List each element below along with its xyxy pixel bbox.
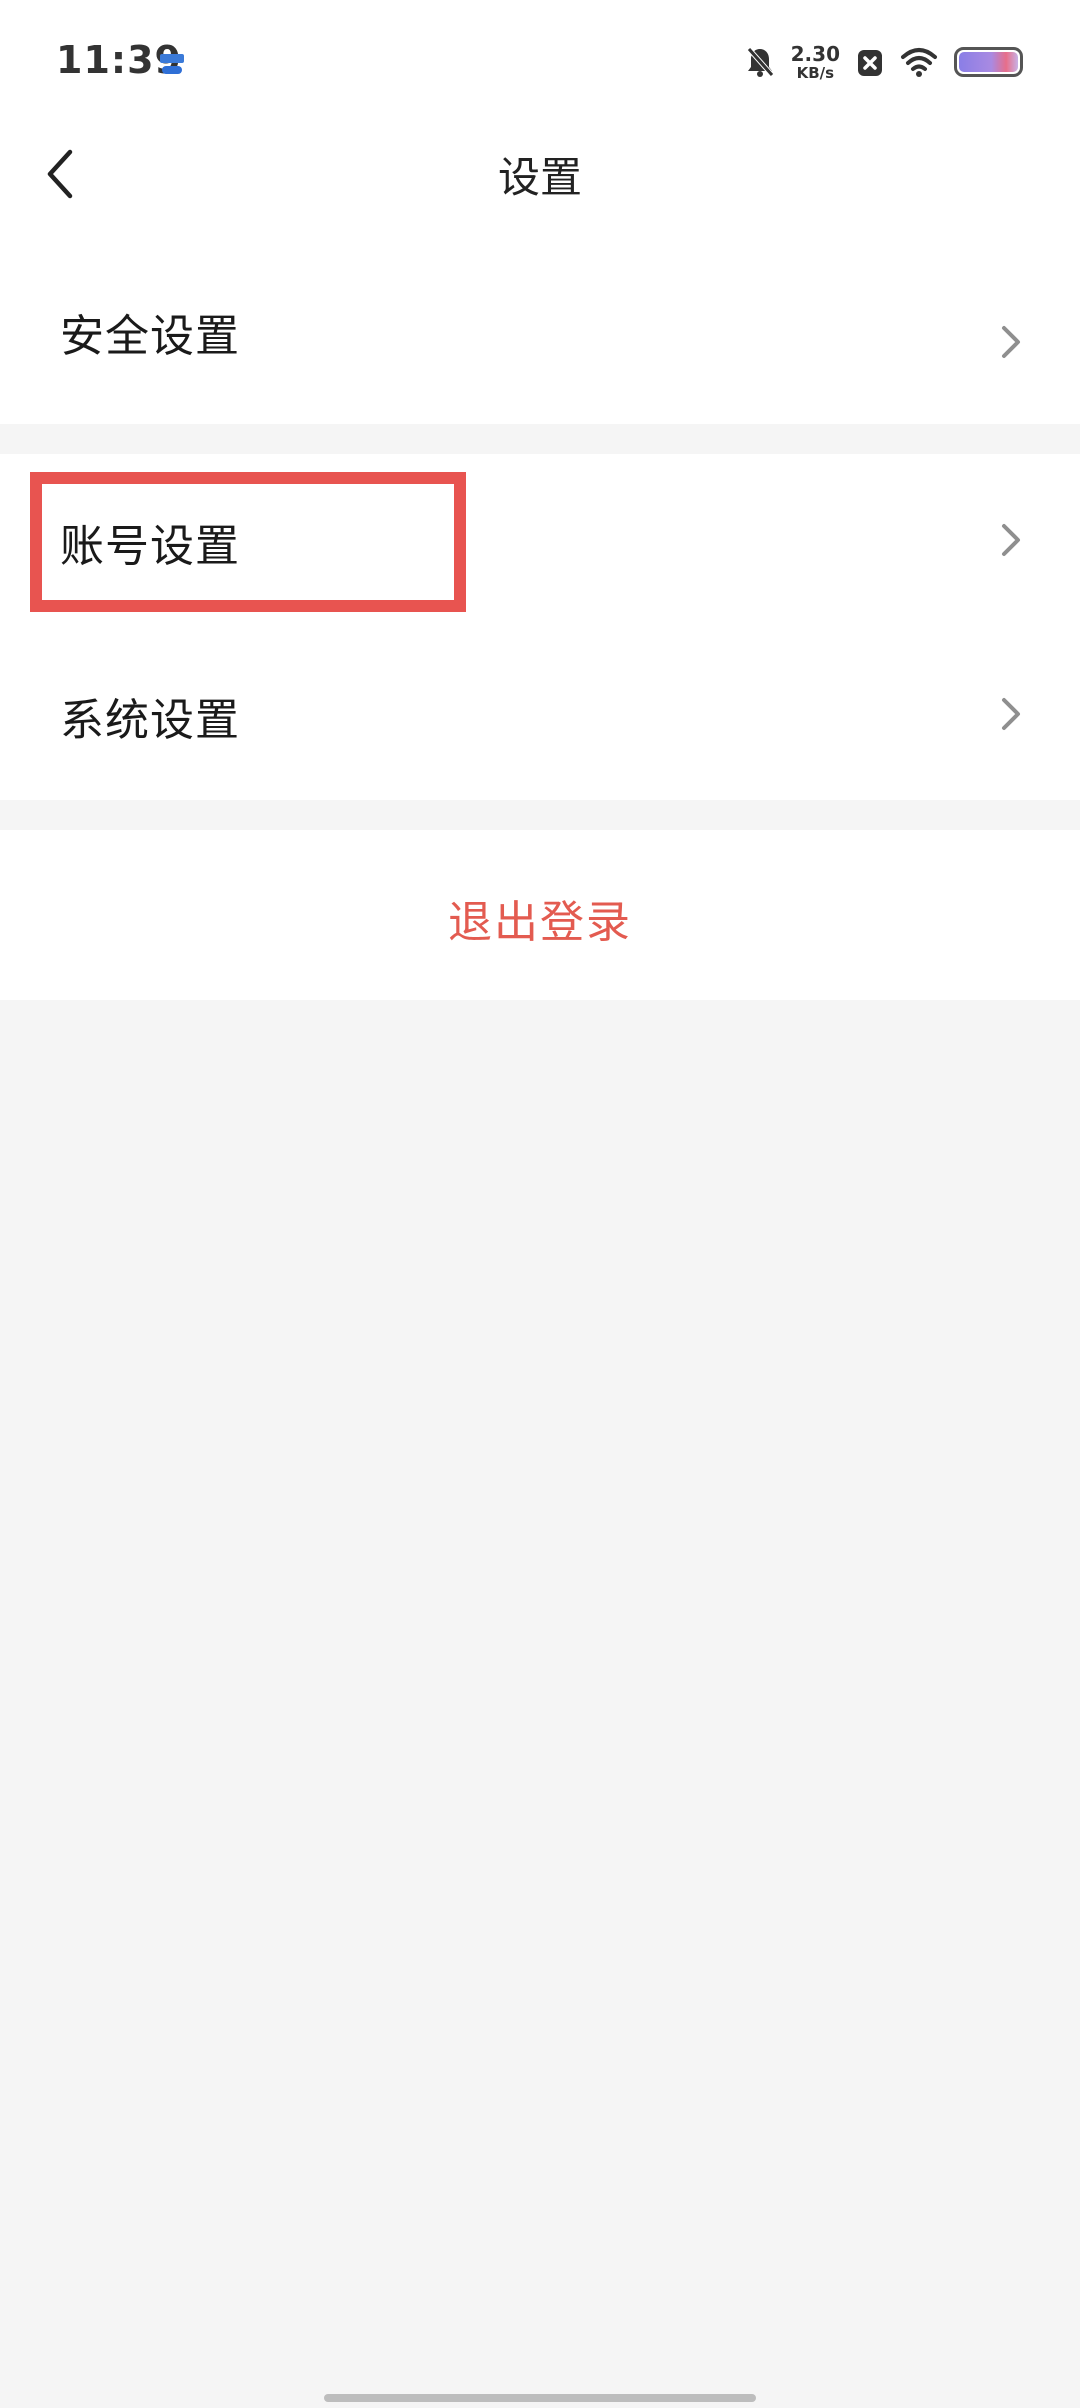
menu-item-label: 系统设置 (60, 695, 240, 746)
chevron-right-icon (1002, 698, 1020, 730)
network-speed-unit: KB/s (796, 63, 835, 82)
menu-item-label: 安全设置 (60, 311, 240, 362)
logout-card: 退出登录 (0, 830, 1080, 1000)
battery-icon (954, 47, 1023, 77)
settings-card-security: 安全设置 (0, 222, 1080, 424)
network-speed: 2.30 KB/s (791, 44, 840, 81)
page-title: 设置 (497, 153, 582, 202)
nav-header: 设置 (0, 126, 1080, 222)
mute-bell-icon (746, 47, 774, 77)
chevron-right-icon (1002, 326, 1020, 358)
menu-item-security[interactable]: 安全设置 (0, 222, 1080, 424)
chevron-right-icon (1002, 524, 1020, 556)
logout-button[interactable]: 退出登录 (0, 886, 1080, 950)
highlight-box (30, 472, 466, 612)
network-speed-value: 2.30 (790, 41, 840, 66)
status-bar: 11:39 2.30 KB/s (0, 0, 1080, 126)
close-square-icon (858, 50, 882, 76)
wifi-icon (901, 48, 937, 77)
menu-item-system[interactable]: 系统设置 (0, 628, 1080, 800)
app-notification-icon (160, 54, 184, 74)
home-indicator[interactable] (324, 2394, 756, 2402)
status-icons: 2.30 KB/s (745, 40, 1024, 84)
